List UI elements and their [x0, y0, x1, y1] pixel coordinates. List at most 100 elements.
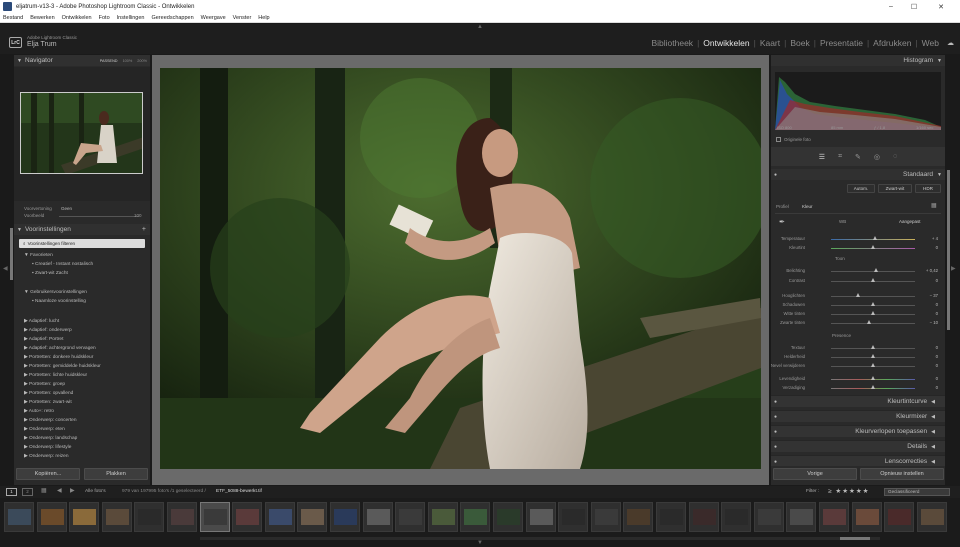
preset-item[interactable]: ▪ Creatief - Instant nostalisch: [32, 262, 93, 267]
filmstrip-thumbnail[interactable]: [590, 502, 621, 532]
bottom-panel-toggle-icon[interactable]: ▼: [477, 540, 483, 546]
preset-group[interactable]: ▶ Portretten: donkere huidskleur: [24, 355, 93, 360]
filmstrip-thumbnail[interactable]: [623, 502, 654, 532]
module-ontwikkelen[interactable]: Ontwikkelen: [699, 38, 753, 48]
auto-button[interactable]: Autom.: [847, 184, 875, 193]
module-kaart[interactable]: Kaart: [756, 38, 784, 48]
hdr-button[interactable]: HDR: [915, 184, 941, 193]
filmstrip-thumbnail[interactable]: [721, 502, 752, 532]
preset-group[interactable]: ▶ Onderwerp: landschap: [24, 436, 77, 441]
filmstrip-thumbnail[interactable]: [884, 502, 915, 532]
filmstrip-thumbnail[interactable]: [427, 502, 458, 532]
menu-item[interactable]: Weergave: [201, 15, 226, 21]
filmstrip-thumbnail[interactable]: [101, 502, 132, 532]
file-name[interactable]: ETF_5088-bewerkt.tif: [216, 489, 262, 494]
filmstrip-thumbnail[interactable]: [36, 502, 67, 532]
slider-knob[interactable]: [866, 320, 871, 324]
cloud-icon[interactable]: ☁: [947, 39, 954, 47]
right-scrollbar[interactable]: [947, 170, 950, 330]
right-panel-toggle-icon[interactable]: ▶: [951, 265, 956, 272]
slider-nevel-verwijderen[interactable]: Nevel verwijderen 0: [771, 363, 945, 369]
preset-group[interactable]: ▶ Portretten: opvallend: [24, 391, 73, 396]
slider-track[interactable]: [831, 296, 915, 297]
filmstrip-thumbnail[interactable]: [819, 502, 849, 532]
close-button[interactable]: ✕: [930, 0, 952, 13]
slider-value[interactable]: 0: [936, 354, 938, 359]
copy-button[interactable]: Kopiëren...: [16, 468, 80, 480]
filmstrip-thumbnail[interactable]: [688, 502, 719, 532]
add-preset-icon[interactable]: +: [142, 226, 146, 233]
slider-track[interactable]: [831, 271, 915, 272]
slider-value[interactable]: + 4: [932, 236, 938, 241]
menu-item[interactable]: Bewerken: [30, 15, 54, 21]
slider-verzadiging[interactable]: Verzadiging 0: [771, 385, 945, 391]
filmstrip-thumbnail[interactable]: [264, 502, 295, 532]
menu-item[interactable]: Ontwikkelen: [62, 15, 92, 21]
preset-group[interactable]: ▶ Adaptief: achtergrond vervagen: [24, 346, 96, 351]
filmstrip-thumbnail[interactable]: [167, 502, 197, 532]
section-color-grading[interactable]: ● Kleurverlopen toepassen ◀: [771, 425, 945, 437]
slider-value[interactable]: 0: [936, 278, 938, 283]
paste-button[interactable]: Plakken: [84, 468, 148, 480]
menu-item[interactable]: Instellingen: [117, 15, 145, 21]
zoom-100[interactable]: 100%: [123, 59, 133, 63]
slider-knob[interactable]: [871, 278, 875, 282]
slider-value[interactable]: 0: [936, 363, 938, 368]
histogram-chart[interactable]: [775, 72, 941, 130]
menu-item[interactable]: Venster: [233, 15, 252, 21]
slider-knob[interactable]: [871, 376, 875, 380]
filmstrip-thumbnail[interactable]: [916, 502, 947, 532]
section-tone-curve[interactable]: ● Kleurtintcurve ◀: [771, 395, 945, 407]
slider-value[interactable]: 0: [936, 345, 938, 350]
preset-group[interactable]: ▶ Onderwerp: eten: [24, 427, 65, 432]
filmstrip-thumbnail[interactable]: [330, 502, 360, 532]
slider-knob[interactable]: [855, 293, 860, 297]
rating-filter-stars[interactable]: ≥ ★★★★★: [828, 487, 870, 495]
module-presentatie[interactable]: Presentatie: [816, 38, 867, 48]
filmstrip-thumbnail[interactable]: [395, 502, 426, 532]
minimize-button[interactable]: –: [880, 0, 902, 13]
zoom-200[interactable]: 200%: [137, 59, 147, 63]
slider-contrast[interactable]: Contrast 0: [771, 278, 945, 284]
filmstrip-thumbnail[interactable]: [656, 502, 686, 532]
left-scrollbar[interactable]: [10, 228, 13, 280]
preset-group[interactable]: ▶ Auto+: retro: [24, 409, 54, 414]
wb-select[interactable]: Aangepast: [899, 219, 921, 224]
filter-select[interactable]: Geclassificeerd: [884, 488, 950, 496]
slider-knob[interactable]: [872, 236, 877, 240]
preset-group[interactable]: ▶ Adaptief: onderwerp: [24, 328, 72, 333]
slider-knob[interactable]: [871, 385, 875, 389]
slider-value[interactable]: 0: [936, 302, 938, 307]
slider-value[interactable]: − 10: [930, 320, 938, 325]
slider-kleurtint[interactable]: Kleurtint 0: [771, 245, 945, 251]
preset-group[interactable]: ▶ Portretten: groep: [24, 382, 65, 387]
back-arrow-icon[interactable]: ◀: [57, 487, 62, 494]
slider-value[interactable]: − 37: [930, 293, 938, 298]
source-label[interactable]: Alle foto's: [85, 489, 106, 494]
slider-knob[interactable]: [871, 302, 875, 306]
module-boek[interactable]: Boek: [786, 38, 813, 48]
zoom-fit[interactable]: PASSEND: [100, 59, 118, 63]
slider-hooglichten[interactable]: Hooglichten − 37: [771, 293, 945, 299]
slider-levendigheid[interactable]: Levendigheid 0: [771, 376, 945, 382]
filmstrip-thumbnail[interactable]: [232, 502, 263, 532]
preset-group[interactable]: ▶ Adaptief: lucht: [24, 319, 59, 324]
primary-display-icon[interactable]: 1: [6, 488, 17, 496]
section-color-mixer[interactable]: ● Kleurmixer ◀: [771, 410, 945, 422]
preview-slider[interactable]: [59, 216, 139, 217]
preset-group[interactable]: ▶ Portretten: lichte huidskleur: [24, 373, 87, 378]
preset-group[interactable]: ▶ Portretten: gemiddelde huidskleur: [24, 364, 101, 369]
slider-value[interactable]: 0: [936, 385, 938, 390]
redeye-icon[interactable]: ◎: [874, 153, 880, 161]
slider-zwarte-tinten[interactable]: Zwarte tinten − 10: [771, 320, 945, 326]
module-afdrukken[interactable]: Afdrukken: [869, 38, 915, 48]
slider-helderheid[interactable]: Helderheid 0: [771, 354, 945, 360]
profile-select[interactable]: Kleur: [802, 204, 813, 209]
eyedropper-icon[interactable]: ✒: [779, 218, 785, 226]
mask-icon[interactable]: ◌: [893, 153, 897, 160]
slider-belichting[interactable]: Belichting + 0,42: [771, 268, 945, 274]
slider-witte-tinten[interactable]: Witte tinten 0: [771, 311, 945, 317]
navigator-header[interactable]: ▼ Navigator PASSEND 100% 200%: [14, 55, 150, 66]
slider-knob[interactable]: [871, 354, 875, 358]
filmstrip-scrollbar[interactable]: [200, 537, 880, 540]
